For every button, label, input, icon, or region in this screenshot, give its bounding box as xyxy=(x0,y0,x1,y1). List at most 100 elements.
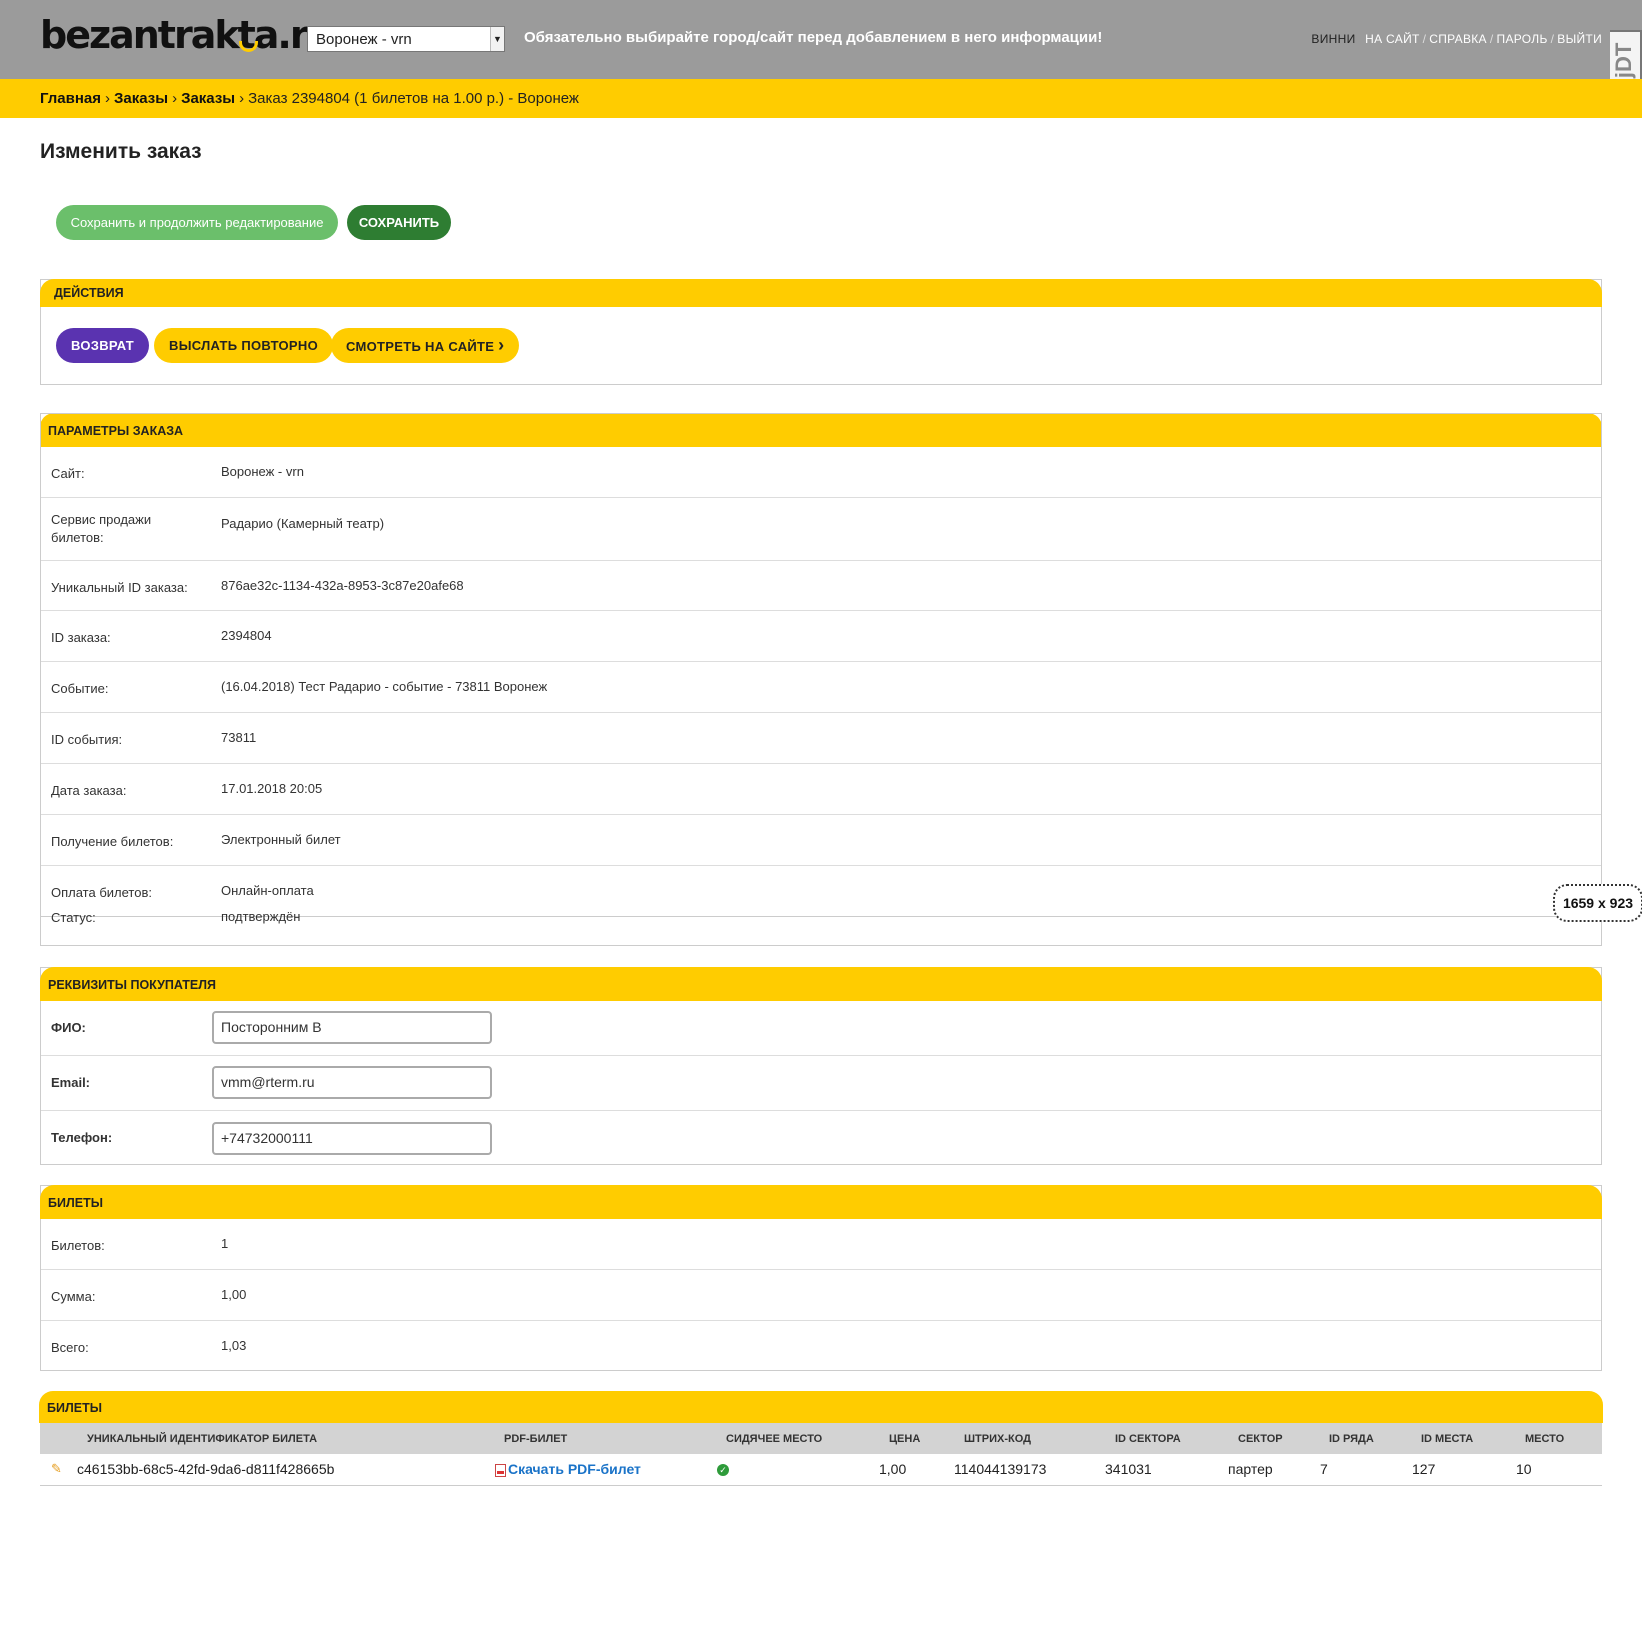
pdf-link-text[interactable]: Скачать PDF-билет xyxy=(508,1461,641,1477)
param-value: 17.01.2018 20:05 xyxy=(221,781,323,796)
param-row-service: Сервис продажи билетов: Радарио (Камерны… xyxy=(41,497,1601,560)
summary-row-sum: Сумма: 1,00 xyxy=(41,1269,1601,1320)
param-row-event-id: ID события: 73811 xyxy=(41,712,1601,763)
ticket-price: 1,00 xyxy=(879,1461,907,1477)
user-name: ВИННИ xyxy=(1311,32,1356,46)
tickets-table-title: БИЛЕТЫ xyxy=(39,1391,1603,1423)
actions-panel: ДЕЙСТВИЯ ВОЗВРАТ ВЫСЛАТЬ ПОВТОРНО СМОТРЕ… xyxy=(40,279,1602,385)
refund-button[interactable]: ВОЗВРАТ xyxy=(56,328,150,363)
buyer-email-label: Email: xyxy=(51,1075,91,1090)
param-row-status: Статус: подтверждён xyxy=(41,909,1601,945)
column-header[interactable]: УНИКАЛЬНЫЙ ИДЕНТИФИКАТОР БИЛЕТА xyxy=(87,1433,317,1445)
param-value: 876ae32c-1134-432a-8953-3c87e20afe68 xyxy=(221,578,464,593)
param-row-site: Сайт: Воронеж - vrn xyxy=(41,447,1601,497)
tickets-table-panel: БИЛЕТЫ УНИКАЛЬНЫЙ ИДЕНТИФИКАТОР БИЛЕТА P… xyxy=(39,1391,1603,1486)
logo-mark: t xyxy=(237,13,258,57)
param-value: Электронный билет xyxy=(221,832,341,847)
column-header[interactable]: МЕСТО xyxy=(1525,1433,1564,1445)
column-header[interactable]: ID МЕСТА xyxy=(1421,1433,1473,1445)
ticket-sector-id: 341031 xyxy=(1105,1461,1152,1477)
breadcrumb-orders-app[interactable]: Заказы xyxy=(114,90,168,107)
buyer-panel-title: РЕКВИЗИТЫ ПОКУПАТЕЛЯ xyxy=(40,967,1602,1001)
param-label: Статус: xyxy=(51,910,96,925)
breadcrumb-separator: › xyxy=(239,90,245,107)
summary-value: 1 xyxy=(221,1236,229,1251)
column-header[interactable]: СИДЯЧЕЕ МЕСТО xyxy=(726,1433,822,1445)
column-header[interactable]: PDF-БИЛЕТ xyxy=(504,1433,567,1445)
param-row-event: Событие: (16.04.2018) Тест Радарио - соб… xyxy=(41,661,1601,712)
buyer-row-email: Email: vmm@rterm.ru xyxy=(41,1055,1601,1110)
site-select-value: Воронеж - vrn xyxy=(316,31,412,48)
tickets-summary-title: БИЛЕТЫ xyxy=(40,1185,1602,1219)
buyer-phone-label: Телефон: xyxy=(51,1130,113,1145)
phone-field[interactable]: +74732000111 xyxy=(212,1122,492,1155)
check-circle-icon: ✓ xyxy=(717,1464,729,1476)
param-label: ID события: xyxy=(51,732,123,747)
param-row-order-id: ID заказа: 2394804 xyxy=(41,610,1601,661)
ticket-seat-id: 127 xyxy=(1412,1461,1436,1477)
column-header[interactable]: ID СЕКТОРА xyxy=(1115,1433,1181,1445)
pdf-ticket-link[interactable]: Скачать PDF-билет xyxy=(495,1461,641,1477)
tickets-table-header: УНИКАЛЬНЫЙ ИДЕНТИФИКАТОР БИЛЕТА PDF-БИЛЕ… xyxy=(40,1423,1602,1454)
breadcrumb-orders[interactable]: Заказы xyxy=(181,90,235,107)
order-params-panel: ПАРАМЕТРЫ ЗАКАЗА Сайт: Воронеж - vrn Сер… xyxy=(40,413,1602,946)
link-view-site[interactable]: НА САЙТ xyxy=(1365,32,1419,46)
separator: / xyxy=(1489,32,1494,46)
link-logout[interactable]: ВЫЙТИ xyxy=(1557,32,1602,46)
chevron-right-icon: › xyxy=(498,335,505,355)
save-and-continue-button[interactable]: Сохранить и продолжить редактирование xyxy=(56,205,338,240)
param-label: Дата заказа: xyxy=(51,783,127,798)
site-select[interactable]: Воронеж - vrn ▼ xyxy=(307,26,505,52)
param-value: 73811 xyxy=(221,730,257,745)
top-header: bezantrakta.ru Воронеж - vrn ▼ Обязатель… xyxy=(0,0,1642,106)
summary-label: Билетов: xyxy=(51,1238,105,1253)
ticket-sector: партер xyxy=(1228,1461,1273,1477)
param-label: ID заказа: xyxy=(51,630,111,645)
page-title: Изменить заказ xyxy=(40,140,202,163)
breadcrumb-separator: › xyxy=(172,90,178,107)
summary-value: 1,00 xyxy=(221,1287,247,1302)
param-row-uuid: Уникальный ID заказа: 876ae32c-1134-432a… xyxy=(41,560,1601,610)
param-value: Радарио (Камерный театр) xyxy=(221,516,385,531)
resend-button[interactable]: ВЫСЛАТЬ ПОВТОРНО xyxy=(154,328,333,363)
breadcrumb: Главная › Заказы › Заказы › Заказ 2394804 (1 б… xyxy=(0,79,1642,118)
param-value: Воронеж - vrn xyxy=(221,464,304,479)
buyer-panel: РЕКВИЗИТЫ ПОКУПАТЕЛЯ ФИО: Посторонним В … xyxy=(40,967,1602,1165)
ticket-seat: 10 xyxy=(1516,1461,1532,1477)
window-size-badge: 1659 x 923 xyxy=(1553,884,1642,922)
link-password[interactable]: ПАРОЛЬ xyxy=(1497,32,1548,46)
actions-panel-title: ДЕЙСТВИЯ xyxy=(40,279,1602,307)
param-label: Оплата билетов: xyxy=(51,885,152,900)
column-header[interactable]: ШТРИХ-КОД xyxy=(964,1433,1031,1445)
param-value: подтверждён xyxy=(221,909,301,924)
ticket-barcode: 114044139173 xyxy=(954,1461,1047,1477)
user-tools: ВИННИ НА САЙТ / СПРАВКА / ПАРОЛЬ / ВЫЙТИ xyxy=(1311,32,1602,46)
breadcrumb-current: Заказ 2394804 (1 билетов на 1.00 р.) - В… xyxy=(248,90,579,107)
email-field[interactable]: vmm@rterm.ru xyxy=(212,1066,492,1099)
save-button[interactable]: СОХРАНИТЬ xyxy=(347,205,451,240)
site-logo[interactable]: bezantrakta.ru xyxy=(40,12,334,58)
link-help[interactable]: СПРАВКА xyxy=(1429,32,1487,46)
chevron-down-icon[interactable]: ▼ xyxy=(490,27,504,51)
summary-label: Всего: xyxy=(51,1340,89,1355)
separator: / xyxy=(1422,32,1427,46)
summary-label: Сумма: xyxy=(51,1289,96,1304)
param-value: 2394804 xyxy=(221,628,272,643)
separator: / xyxy=(1550,32,1555,46)
buyer-name-field[interactable]: Посторонним В xyxy=(212,1011,492,1044)
buyer-row-phone: Телефон: +74732000111 xyxy=(41,1110,1601,1164)
param-label: Сайт: xyxy=(51,466,85,481)
view-on-site-button[interactable]: СМОТРЕТЬ НА САЙТЕ › xyxy=(331,328,520,363)
pdf-file-icon xyxy=(495,1464,506,1477)
column-header[interactable]: ID РЯДА xyxy=(1329,1433,1374,1445)
param-label: Сервис продажи билетов: xyxy=(51,512,152,545)
param-row-delivery: Получение билетов: Электронный билет xyxy=(41,814,1601,865)
pencil-icon[interactable]: ✎ xyxy=(51,1461,62,1477)
summary-value: 1,03 xyxy=(221,1338,247,1353)
breadcrumb-home[interactable]: Главная xyxy=(40,90,101,107)
param-label: Событие: xyxy=(51,681,109,696)
header-notice: Обязательно выбирайте город/сайт перед д… xyxy=(524,29,1103,46)
column-header[interactable]: ЦЕНА xyxy=(889,1433,920,1445)
param-label: Получение билетов: xyxy=(51,834,174,849)
column-header[interactable]: СЕКТОР xyxy=(1238,1433,1283,1445)
